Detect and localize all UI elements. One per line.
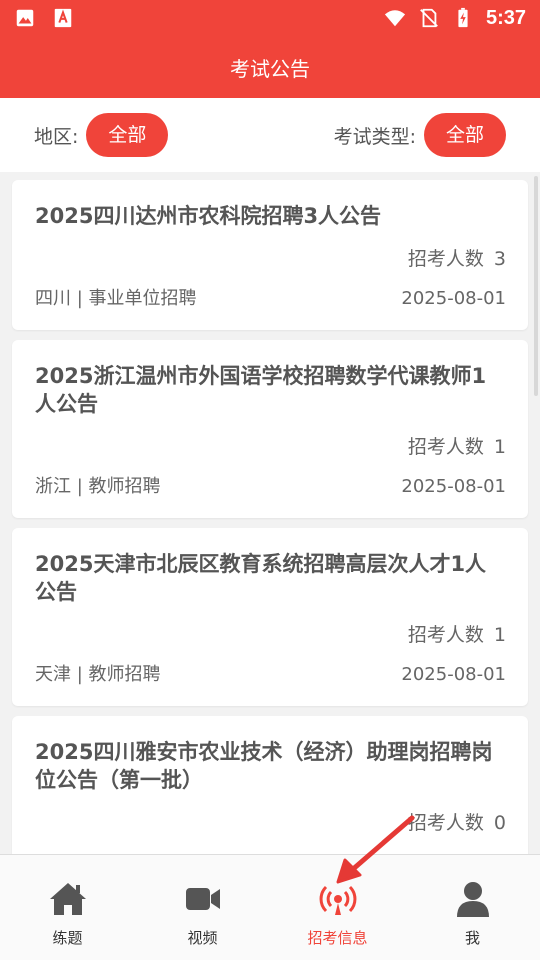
recruit-count-value: 1 <box>493 436 506 458</box>
region-filter-label: 地区: <box>34 125 79 148</box>
nav-item-me[interactable]: 我 <box>405 855 540 960</box>
region-filter-button[interactable]: 全部 <box>86 113 169 157</box>
nav-label: 招考信息 <box>307 929 368 947</box>
image-icon <box>16 9 34 27</box>
exam-type-filter-label: 考试类型: <box>333 125 416 148</box>
filter-bar: 地区: 全部 考试类型: 全部 <box>0 98 540 172</box>
battery-charging-icon <box>458 7 468 28</box>
announcement-date: 2025-08-01 <box>401 476 506 497</box>
announcement-title: 2025四川达州市农科院招聘3人公告 <box>35 204 382 228</box>
exam-type-filter-button[interactable]: 全部 <box>423 113 506 157</box>
announcement-title: 2025天津市北辰区教育系统招聘高层次人才1人公告 <box>35 552 487 604</box>
bottom-nav: 练题 视频 招考信息 我 <box>0 854 540 960</box>
announcement-date: 2025-08-01 <box>401 288 506 309</box>
announcement-card[interactable]: 2025四川雅安市农业技术（经济）助理岗招聘岗位公告（第一批） 招考人数 0 <box>12 716 528 854</box>
announcement-card[interactable]: 2025浙江温州市外国语学校招聘数学代课教师1人公告 招考人数 1 浙江 | 教师… <box>12 340 528 518</box>
user-icon <box>456 882 489 917</box>
announcement-meta: 四川 | 事业单位招聘 <box>35 288 197 309</box>
app-header: 考试公告 <box>0 36 540 98</box>
status-bar: 5:37 <box>0 0 540 36</box>
nav-item-video[interactable]: 视频 <box>135 855 270 960</box>
clock: 5:37 <box>485 6 526 29</box>
nav-item-practice[interactable]: 练题 <box>0 855 135 960</box>
nav-label: 我 <box>464 929 480 947</box>
nav-label: 视频 <box>187 929 218 947</box>
announcement-footer: 浙江 | 教师招聘 2025-08-01 <box>35 474 506 500</box>
announcement-title: 2025四川雅安市农业技术（经济）助理岗招聘岗位公告（第一批） <box>35 740 493 792</box>
recruit-count-label: 招考人数 <box>407 624 484 646</box>
recruit-count: 招考人数 1 <box>35 622 506 648</box>
region-filter: 地区: 全部 <box>34 113 169 157</box>
recruit-count-label: 招考人数 <box>407 248 484 270</box>
announcement-title: 2025浙江温州市外国语学校招聘数学代课教师1人公告 <box>35 364 487 416</box>
recruit-count: 招考人数 0 <box>35 810 506 836</box>
exam-type-filter: 考试类型: 全部 <box>334 113 506 157</box>
nav-item-exam-info[interactable]: 招考信息 <box>270 855 405 960</box>
recruit-count: 招考人数 1 <box>35 434 506 460</box>
recruit-count-value: 1 <box>493 624 506 646</box>
announcement-card[interactable]: 2025天津市北辰区教育系统招聘高层次人才1人公告 招考人数 1 天津 | 教师招… <box>12 528 528 706</box>
announcement-meta: 浙江 | 教师招聘 <box>35 476 161 497</box>
pdf-app-icon <box>54 8 72 28</box>
recruit-count: 招考人数 3 <box>35 246 506 272</box>
announcement-footer: 四川 | 事业单位招聘 2025-08-01 <box>35 286 506 312</box>
list-scrollbar[interactable] <box>534 176 538 396</box>
home-icon <box>49 883 86 915</box>
announcement-list[interactable]: 2025四川达州市农科院招聘3人公告 招考人数 3 四川 | 事业单位招聘 202… <box>0 172 540 854</box>
video-camera-icon <box>185 888 220 910</box>
recruit-count-label: 招考人数 <box>407 812 484 834</box>
recruit-count-label: 招考人数 <box>407 436 484 458</box>
page-title: 考试公告 <box>230 56 310 81</box>
announcement-date: 2025-08-01 <box>401 664 506 685</box>
broadcast-icon <box>319 885 356 915</box>
recruit-count-value: 0 <box>493 812 506 834</box>
announcement-footer: 天津 | 教师招聘 2025-08-01 <box>35 662 506 688</box>
no-sim-icon <box>420 8 438 28</box>
wifi-icon <box>384 10 406 27</box>
announcement-card[interactable]: 2025四川达州市农科院招聘3人公告 招考人数 3 四川 | 事业单位招聘 202… <box>12 180 528 330</box>
nav-label: 练题 <box>52 929 83 947</box>
announcement-meta: 天津 | 教师招聘 <box>35 664 161 685</box>
recruit-count-value: 3 <box>493 248 506 270</box>
